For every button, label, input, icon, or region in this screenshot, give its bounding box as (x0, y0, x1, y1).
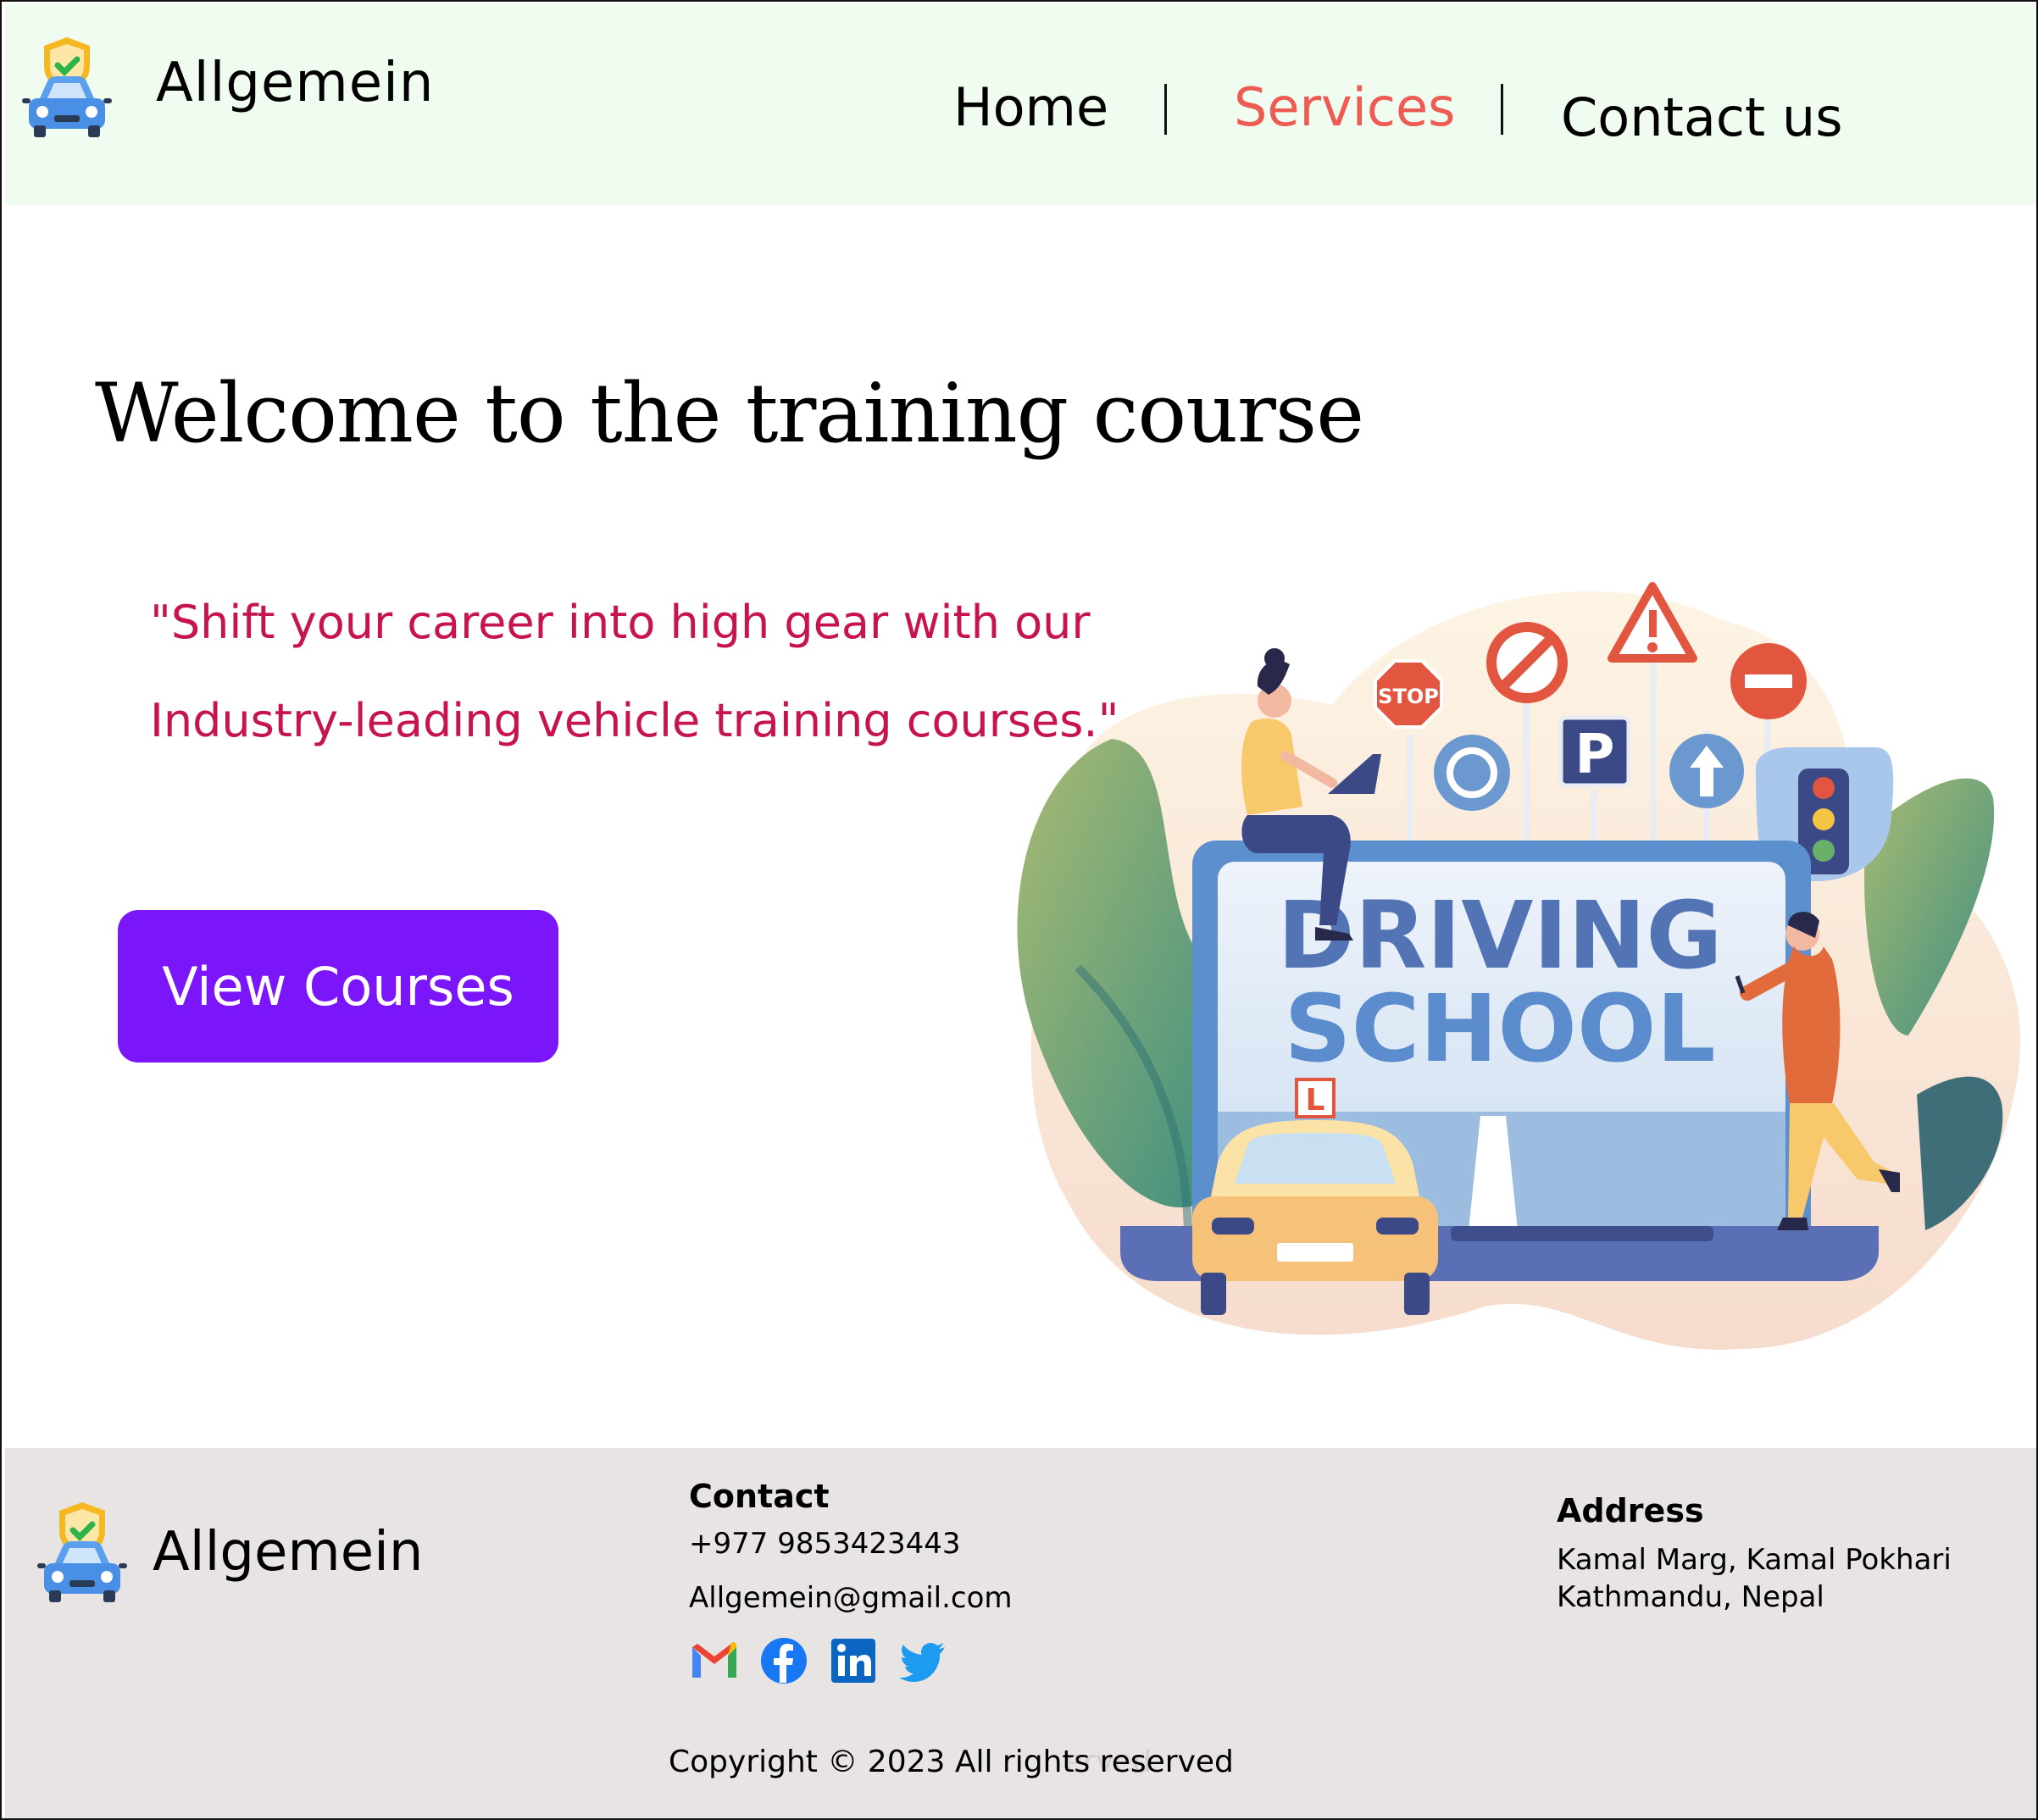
nav-services[interactable]: Services (1234, 76, 1455, 138)
stop-sign-text: STOP (1378, 685, 1439, 708)
footer-brand[interactable]: Allgemein (37, 1499, 423, 1606)
header-brand[interactable]: Allgemein (22, 34, 434, 141)
copyright-text: Copyright © 2023 All rights reserved (669, 1745, 1234, 1779)
footer-address: Address Kamal Marg, Kamal Pokhari Kathma… (1557, 1492, 1952, 1616)
page-title: Welcome to the training course (95, 366, 1364, 461)
address-line: Kamal Marg, Kamal Pokhari (1557, 1543, 1952, 1577)
facebook-icon[interactable] (758, 1635, 809, 1686)
car-shield-logo-icon (37, 1502, 127, 1602)
footer-brand-name: Allgemein (153, 1521, 424, 1584)
car-shield-logo-icon (22, 37, 112, 137)
learner-plate-text: L (1306, 1083, 1325, 1118)
linkedin-icon[interactable] (828, 1635, 879, 1686)
driving-school-illustration: STOP P DRIVING SCHOOL L (1017, 582, 2021, 1350)
phone-number[interactable]: +977 9853423443 (689, 1527, 1013, 1561)
footer-contact: Contact +977 9853423443 Allgemein@gmail.… (689, 1478, 1013, 1686)
twitter-icon[interactable] (897, 1635, 948, 1686)
address-heading: Address (1557, 1492, 1704, 1529)
illustration-title-line: SCHOOL (1284, 974, 1715, 1083)
view-courses-button[interactable]: View Courses (118, 910, 558, 1063)
gmail-icon[interactable] (689, 1635, 740, 1686)
parking-sign-text: P (1575, 724, 1615, 786)
address-line: Kathmandu, Nepal (1557, 1580, 1824, 1614)
social-links (689, 1635, 1013, 1686)
footer: Allgemein Contact +977 9853423443 Allgem… (5, 1448, 2036, 1818)
nav-contact-us[interactable]: Contact us (1561, 86, 1843, 148)
contact-heading: Contact (689, 1478, 830, 1515)
brand-name: Allgemein (156, 52, 435, 114)
nav-home[interactable]: Home (953, 76, 1108, 138)
top-navbar: Allgemein Home Services Contact us (5, 3, 2036, 205)
email-address[interactable]: Allgemein@gmail.com (689, 1581, 1013, 1615)
page-frame: Allgemein Home Services Contact us Welco… (0, 0, 2038, 1820)
nav-separator (1501, 84, 1503, 135)
nav-separator (1164, 84, 1167, 135)
